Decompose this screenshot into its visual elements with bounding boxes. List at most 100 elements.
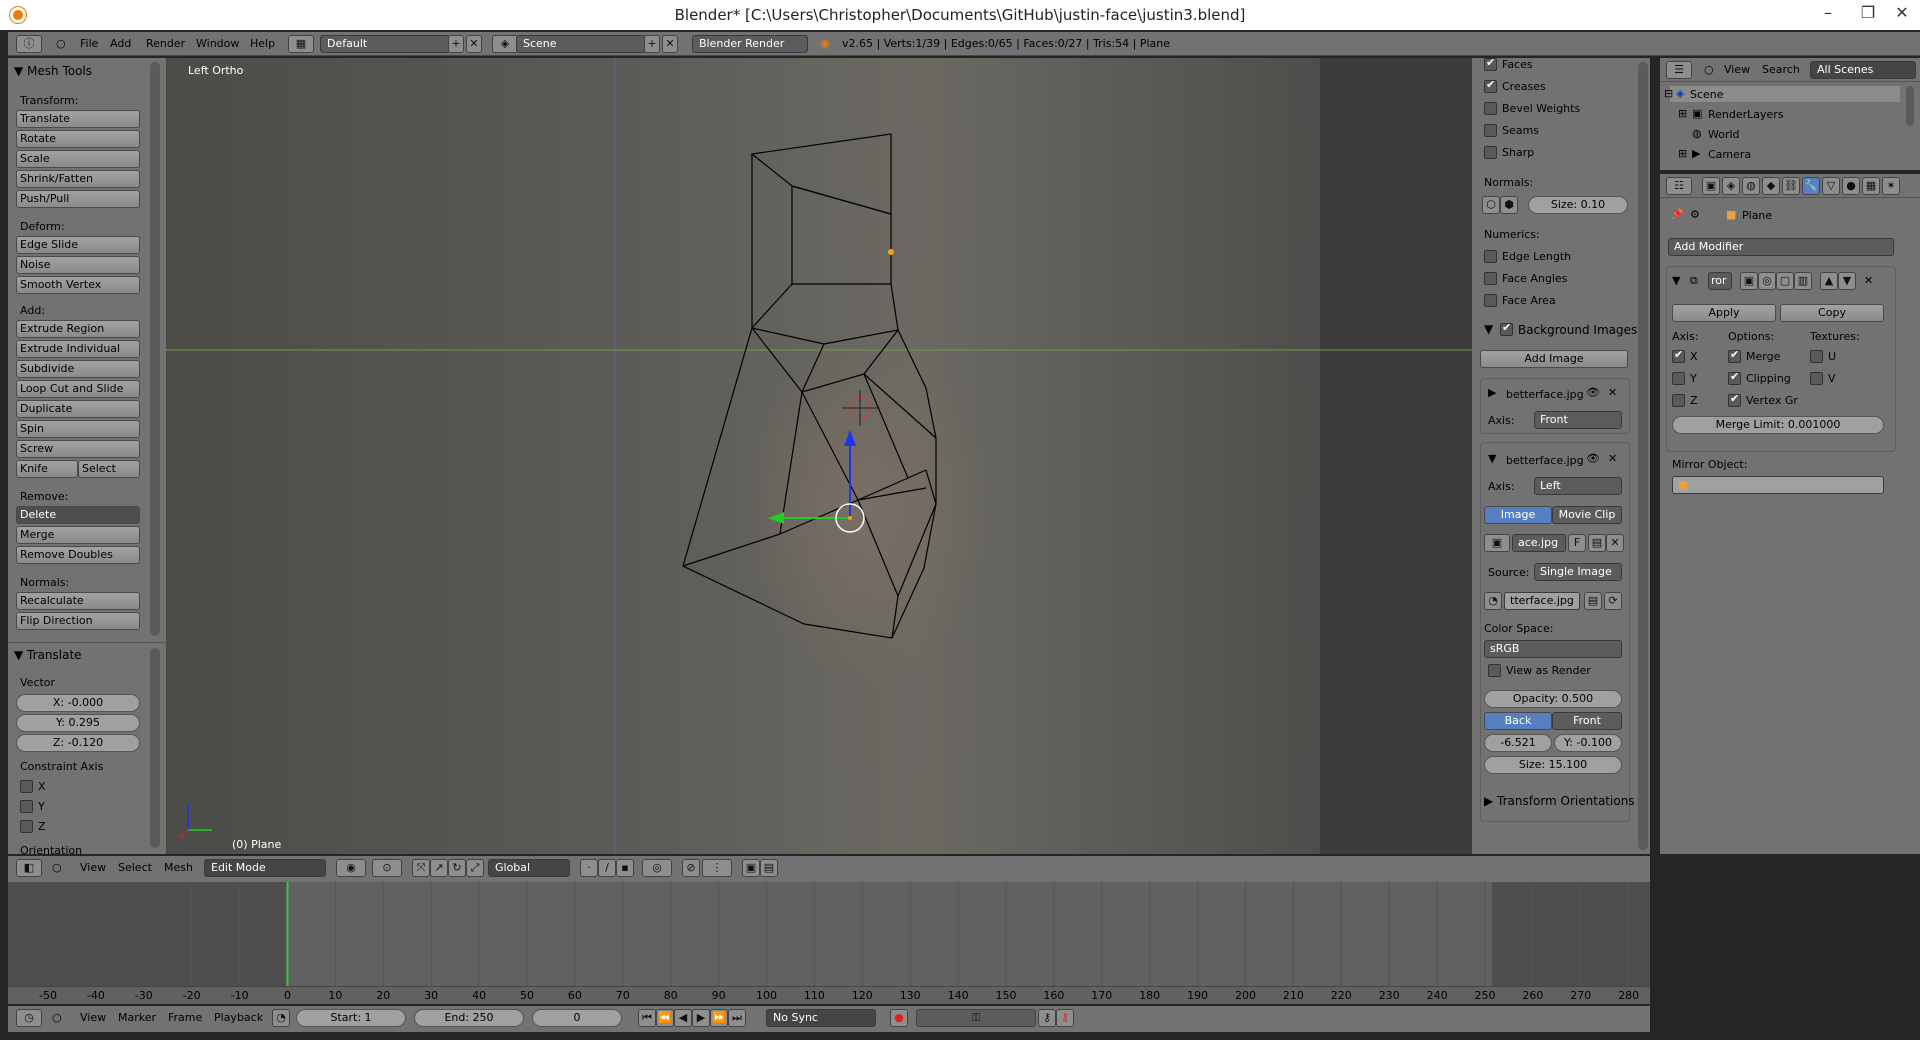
tl-menu-view[interactable]: View xyxy=(80,1009,106,1027)
offset-x-field[interactable]: -6.521 xyxy=(1484,734,1552,752)
add-scene-icon[interactable]: + xyxy=(644,35,660,53)
modifier-up-icon[interactable]: ▲ xyxy=(1820,272,1838,290)
mirror-axis-y-checkbox[interactable] xyxy=(1672,372,1685,385)
render-tab-icon[interactable]: ▣ xyxy=(1702,177,1720,195)
proportional-edit-icon[interactable]: ◎ xyxy=(642,859,672,877)
jump-end-icon[interactable]: ⏭ xyxy=(728,1009,746,1027)
constraints-tab-icon[interactable]: ⛓ xyxy=(1782,177,1800,195)
mirror-axis-z-checkbox[interactable] xyxy=(1672,394,1685,407)
object-tab-icon[interactable]: ◆ xyxy=(1762,177,1780,195)
constraint-z-checkbox[interactable] xyxy=(20,820,33,833)
recalculate-button[interactable]: Recalculate xyxy=(16,592,140,610)
vhead-collapse-icon[interactable]: ○ xyxy=(52,859,62,877)
translate-panel-scrollbar[interactable] xyxy=(150,648,160,848)
outliner-scrollbar[interactable] xyxy=(1906,86,1914,126)
outliner-item-world[interactable]: World xyxy=(1708,128,1740,141)
constraint-x-checkbox[interactable] xyxy=(20,780,33,793)
properties-editor-icon[interactable]: ☷ xyxy=(1666,177,1692,195)
remove-doubles-button[interactable]: Remove Doubles xyxy=(16,546,140,564)
modifier-cage-icon[interactable]: ▥ xyxy=(1794,272,1812,290)
outliner-view-menu[interactable]: View xyxy=(1724,61,1750,79)
bg-image-2-eye-icon[interactable]: 👁 xyxy=(1586,452,1600,465)
copy-modifier-button[interactable]: Copy xyxy=(1780,304,1884,322)
play-reverse-icon[interactable]: ◀ xyxy=(674,1009,692,1027)
render-engine-dropdown[interactable]: Blender Render xyxy=(692,35,808,53)
bevel-weights-checkbox[interactable] xyxy=(1484,102,1497,115)
delete-keyframe-icon[interactable]: ⚷ xyxy=(1056,1009,1074,1027)
face-angles-checkbox[interactable] xyxy=(1484,272,1497,285)
close-window-button[interactable]: ✕ xyxy=(1882,0,1920,30)
vector-y-field[interactable]: Y: 0.295 xyxy=(16,714,140,732)
scene-icon[interactable]: ◈ xyxy=(492,35,518,53)
noise-button[interactable]: Noise xyxy=(16,256,140,274)
opacity-slider[interactable]: Opacity: 0.500 xyxy=(1484,690,1622,708)
modifier-editmode-icon[interactable]: ▣ xyxy=(1740,272,1758,290)
modifier-render-icon[interactable]: ◎ xyxy=(1758,272,1776,290)
merge-button[interactable]: Merge xyxy=(16,526,140,544)
editor-type-info-icon[interactable]: ⓘ xyxy=(16,35,42,53)
outliner-item-scene[interactable]: Scene xyxy=(1690,88,1724,101)
scene-tab-icon[interactable]: ◈ xyxy=(1722,177,1740,195)
offset-y-field[interactable]: Y: -0.100 xyxy=(1554,734,1622,752)
data-tab-icon[interactable]: ▽ xyxy=(1822,177,1840,195)
background-images-checkbox[interactable] xyxy=(1500,321,1513,336)
start-frame-field[interactable]: Start: 1 xyxy=(296,1009,406,1027)
mirror-merge-checkbox[interactable] xyxy=(1728,348,1741,363)
modifier-collapse-icon[interactable]: ▼ xyxy=(1672,274,1680,287)
bg-image-1-expand-icon[interactable]: ▶ xyxy=(1488,386,1496,399)
scene-dropdown[interactable]: Scene xyxy=(516,35,646,53)
3d-view-editor-icon[interactable]: ◧ xyxy=(16,859,42,877)
viewport-shading-icon[interactable]: ◉ xyxy=(336,859,366,877)
image-filepath-field[interactable]: tterface.jpg xyxy=(1504,592,1580,610)
seams-checkbox[interactable] xyxy=(1484,124,1497,137)
spin-button[interactable]: Spin xyxy=(16,420,140,438)
minimize-button[interactable]: – xyxy=(1808,0,1848,30)
scale-button[interactable]: Scale xyxy=(16,150,140,168)
faces-checkbox[interactable] xyxy=(1484,56,1497,71)
modifier-view-icon[interactable]: ▢ xyxy=(1776,272,1794,290)
add-modifier-dropdown[interactable]: Add Modifier xyxy=(1668,238,1894,256)
subdivide-button[interactable]: Subdivide xyxy=(16,360,140,378)
modifier-name-field[interactable]: ror xyxy=(1708,272,1732,290)
constraint-y-checkbox[interactable] xyxy=(20,800,33,813)
mirror-v-checkbox[interactable] xyxy=(1810,372,1823,385)
fake-user-button[interactable]: F xyxy=(1568,534,1586,552)
sync-mode-dropdown[interactable]: No Sync xyxy=(766,1009,876,1027)
color-space-dropdown[interactable]: sRGB xyxy=(1484,640,1622,658)
manipulator-toggle-icon[interactable]: ⤧ xyxy=(412,859,430,877)
material-tab-icon[interactable]: ● xyxy=(1842,177,1860,195)
edge-length-checkbox[interactable] xyxy=(1484,250,1497,263)
extrude-individual-button[interactable]: Extrude Individual xyxy=(16,340,140,358)
rotate-button[interactable]: Rotate xyxy=(16,130,140,148)
pivot-point-icon[interactable]: ⊙ xyxy=(372,859,402,877)
bg-image-2-collapse-icon[interactable]: ▼ xyxy=(1488,452,1496,465)
outliner-editor-icon[interactable]: ☰ xyxy=(1666,61,1692,79)
pin-icon[interactable]: 📌 xyxy=(1670,208,1684,221)
screen-layout-icon[interactable]: ▦ xyxy=(288,35,314,53)
vector-z-field[interactable]: Z: -0.120 xyxy=(16,734,140,752)
sharp-checkbox[interactable] xyxy=(1484,146,1497,159)
tl-menu-frame[interactable]: Frame xyxy=(168,1009,202,1027)
duplicate-button[interactable]: Duplicate xyxy=(16,400,140,418)
view-as-render-checkbox[interactable] xyxy=(1488,664,1501,677)
knife-select-button[interactable]: Select xyxy=(78,460,140,478)
remove-scene-icon[interactable]: ✕ xyxy=(662,35,678,53)
keying-set-field[interactable]: ⚿ xyxy=(916,1009,1036,1027)
opengl-anim-icon[interactable]: ▤ xyxy=(760,859,778,877)
screen-layout-dropdown[interactable]: Default xyxy=(320,35,450,53)
particles-tab-icon[interactable]: ✶ xyxy=(1882,177,1900,195)
outliner-search-menu[interactable]: Search xyxy=(1762,61,1800,79)
tab-image[interactable]: Image xyxy=(1484,506,1552,524)
snap-toggle-icon[interactable]: ⊘ xyxy=(682,859,700,877)
outliner-collapse-icon[interactable]: ○ xyxy=(1704,61,1714,79)
current-frame-field[interactable]: 0 xyxy=(532,1009,622,1027)
tl-menu-playback[interactable]: Playback xyxy=(214,1009,263,1027)
merge-limit-field[interactable]: Merge Limit: 0.001000 xyxy=(1672,416,1884,434)
source-dropdown[interactable]: Single Image xyxy=(1534,563,1622,581)
renderlayers-expand-icon[interactable]: ⊞ xyxy=(1678,107,1687,120)
end-frame-field[interactable]: End: 250 xyxy=(414,1009,524,1027)
play-icon[interactable]: ▶ xyxy=(692,1009,710,1027)
3d-viewport[interactable]: Left Ortho (0) Plane xyxy=(166,58,1472,854)
outliner-item-renderlayers[interactable]: RenderLayers xyxy=(1708,108,1784,121)
image-browse-icon[interactable]: ▣ xyxy=(1484,534,1510,552)
